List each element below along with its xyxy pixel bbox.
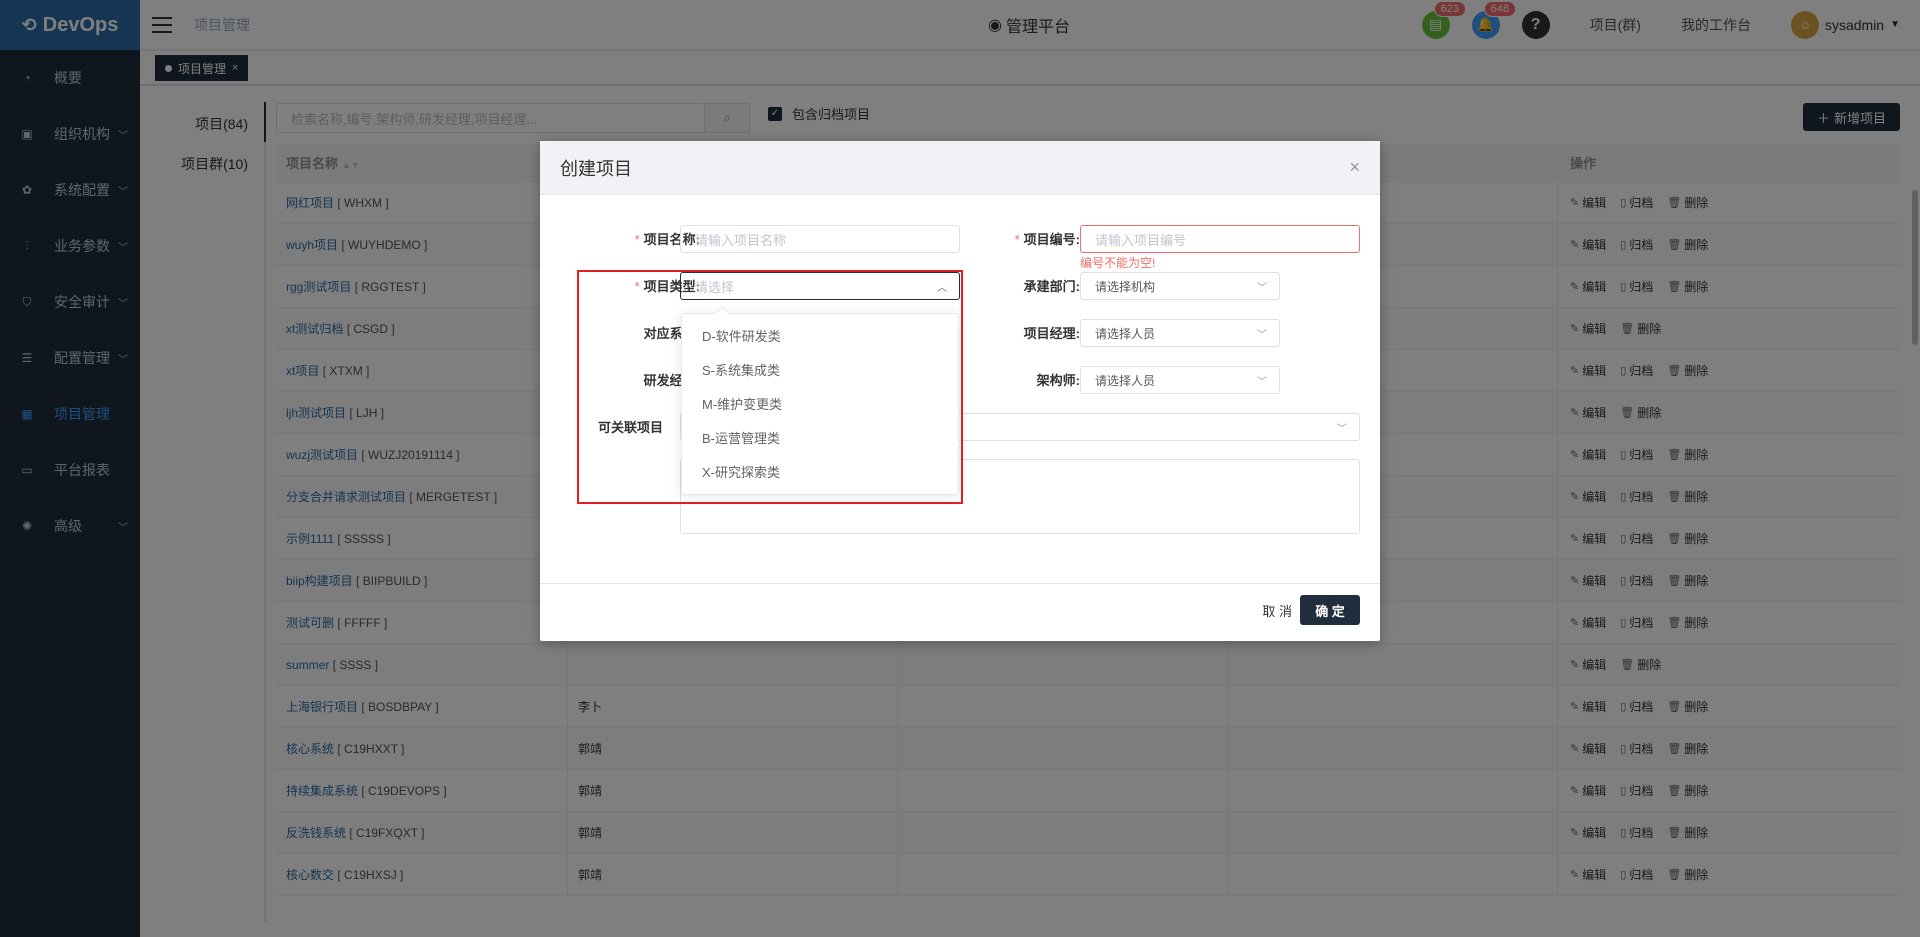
annotation-highlight-box [577,270,963,504]
pm-select[interactable]: 请选择人员 ﹀ [1080,319,1280,347]
confirm-button[interactable]: 确 定 [1300,595,1360,625]
architect-placeholder: 请选择人员 [1095,373,1156,388]
dept-placeholder: 请选择机构 [1095,279,1156,294]
cancel-button[interactable]: 取 消 [1262,601,1292,620]
dept-select[interactable]: 请选择机构 ﹀ [1080,272,1280,300]
dept-label: 承建部门: [1023,279,1080,294]
dialog-title: 创建项目 [540,141,1380,195]
architect-label: 架构师: [1036,373,1080,388]
chevron-down-icon: ﹀ [1257,376,1267,388]
chevron-down-icon: ﹀ [1257,282,1267,294]
project-name-input[interactable]: 请输入项目名称 [680,225,960,253]
architect-select[interactable]: 请选择人员 ﹀ [1080,366,1280,394]
chevron-down-icon: ﹀ [1337,423,1347,435]
close-icon[interactable]: × [1349,157,1360,178]
dialog-footer: 取 消 确 定 [540,583,1380,641]
project-code-input[interactable]: 请输入项目编号 [1080,225,1360,253]
pm-placeholder: 请选择人员 [1095,326,1156,341]
project-code-error: 编号不能为空! [1080,256,1156,270]
project-code-label: * 项目编号: [1014,232,1080,247]
chevron-down-icon: ﹀ [1257,329,1267,341]
pm-label: 项目经理: [1023,326,1080,341]
